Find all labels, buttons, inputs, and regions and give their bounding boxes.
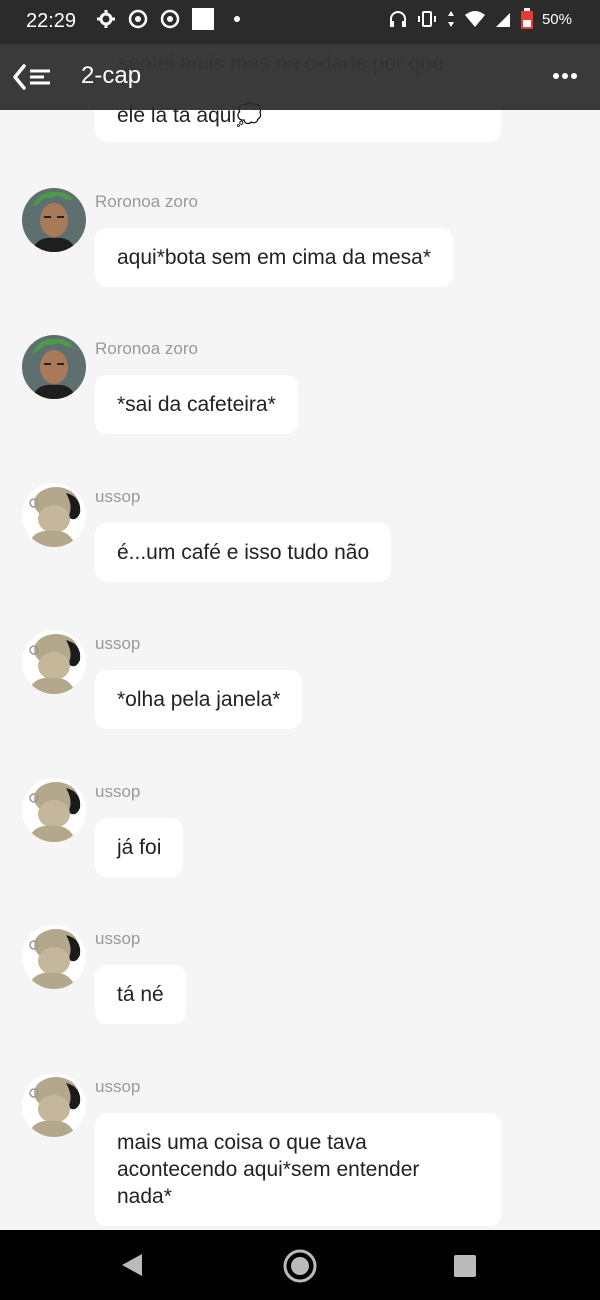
- more-notifications-icon: [234, 16, 240, 22]
- status-time: 22:29: [26, 10, 77, 32]
- ussop-avatar[interactable]: [22, 1073, 86, 1137]
- sender-name: Roronoa zoro: [95, 192, 199, 211]
- message-text: é...um café e isso tudo não: [117, 541, 370, 564]
- chat-message: ussop já foi: [0, 778, 600, 928]
- message-text: tá né: [117, 983, 164, 1006]
- notification-icons: [96, 8, 240, 30]
- chrome-icon: [160, 9, 180, 29]
- message-text: mais uma coisa o que tava acontecendo aq…: [117, 1131, 420, 1208]
- status-bar: 22:29 50%: [0, 0, 600, 44]
- headphones-icon: [389, 11, 406, 27]
- nav-back-icon[interactable]: [120, 1252, 144, 1278]
- sender-name: ussop: [95, 929, 141, 948]
- chat-title: 2-cap: [81, 62, 142, 89]
- message-bubble[interactable]: mais uma coisa o que tava acontecendo aq…: [95, 1113, 501, 1226]
- chat-message: ussop *olha pela janela*: [0, 630, 600, 780]
- sender-name: ussop: [95, 782, 141, 801]
- nav-home-icon[interactable]: [282, 1248, 318, 1284]
- more-options-icon[interactable]: [552, 72, 578, 80]
- message-bubble[interactable]: *olha pela janela*: [95, 670, 303, 729]
- message-bubble[interactable]: aqui*bota sem em cima da mesa*: [95, 228, 453, 287]
- chat-message: Roronoa zoro aqui*bota sem em cima da me…: [0, 188, 600, 338]
- message-bubble[interactable]: já foi: [95, 818, 184, 877]
- message-bubble[interactable]: tá né: [95, 965, 186, 1024]
- gear-icon: [97, 10, 115, 28]
- zoro-avatar[interactable]: [22, 188, 86, 252]
- battery-icon: [520, 8, 533, 29]
- system-icons: 50%: [388, 8, 572, 30]
- ussop-avatar[interactable]: [22, 630, 86, 694]
- chat-message: ussop tá né: [0, 925, 600, 1075]
- nav-recents-icon[interactable]: [454, 1255, 476, 1277]
- chat-area[interactable]: isso é realmente o contrário o cara de d…: [0, 0, 600, 1230]
- ussop-avatar[interactable]: [22, 483, 86, 547]
- sender-name: ussop: [95, 1077, 141, 1096]
- message-text: aqui*bota sem em cima da mesa*: [117, 246, 431, 269]
- chrome-icon: [128, 9, 148, 29]
- data-arrows-icon: [447, 11, 454, 27]
- message-bubble[interactable]: é...um café e isso tudo não: [95, 523, 392, 582]
- wifi-icon: [464, 11, 485, 27]
- sender-name: ussop: [95, 487, 141, 506]
- message-text: já foi: [117, 836, 162, 859]
- battery-percent: 50%: [541, 10, 572, 28]
- image-icon: [192, 8, 214, 30]
- zoro-avatar[interactable]: [22, 335, 86, 399]
- signal-icon: [495, 13, 510, 27]
- sender-name: Roronoa zoro: [95, 339, 199, 358]
- chat-message: Roronoa zoro *sai da cafeteira*: [0, 335, 600, 485]
- app-bar: 2-cap: [0, 44, 600, 110]
- navigation-bar: [0, 1230, 600, 1300]
- message-text: *olha pela janela*: [117, 688, 281, 711]
- ussop-avatar[interactable]: [22, 778, 86, 842]
- message-text: *sai da cafeteira*: [117, 393, 276, 416]
- ussop-avatar[interactable]: [22, 925, 86, 989]
- message-bubble[interactable]: *sai da cafeteira*: [95, 375, 298, 434]
- sender-name: ussop: [95, 634, 141, 653]
- chat-message: ussop é...um café e isso tudo não: [0, 483, 600, 633]
- vibrate-icon: [417, 11, 436, 27]
- chat-message: ussop mais uma coisa o que tava acontece…: [0, 1073, 600, 1230]
- back-menu-icon[interactable]: [12, 62, 54, 92]
